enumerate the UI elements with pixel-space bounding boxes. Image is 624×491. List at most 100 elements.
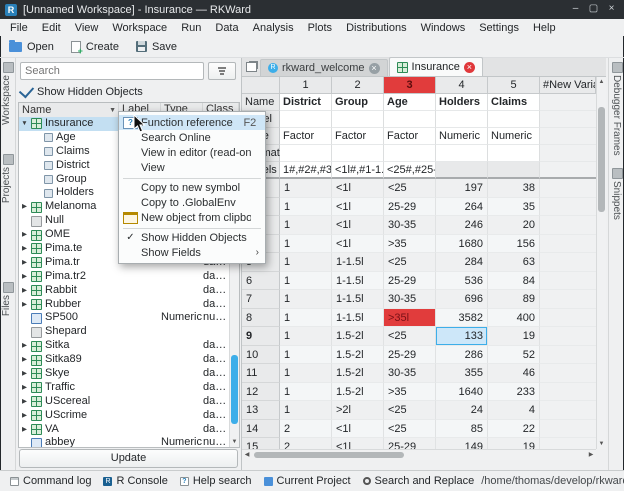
metadata-row-header[interactable]: Name — [242, 94, 280, 111]
scroll-up-icon[interactable]: ▲ — [597, 77, 606, 87]
cell[interactable]: 4 — [488, 401, 540, 420]
row-number[interactable]: 13 — [242, 401, 280, 420]
cell[interactable]: <25 — [384, 327, 436, 346]
context-menu-item[interactable]: Copy to new symbol — [119, 180, 265, 195]
expander-icon[interactable]: ▶ — [19, 367, 30, 381]
cell[interactable]: 536 — [436, 272, 488, 291]
cell[interactable]: 696 — [436, 290, 488, 309]
metadata-cell[interactable]: Factor — [280, 128, 332, 145]
scroll-left-icon[interactable]: ◀ — [242, 450, 252, 460]
search-replace-button[interactable]: Search and Replace — [358, 474, 480, 488]
expander-icon[interactable]: ▶ — [19, 256, 30, 270]
cell[interactable]: 1 — [280, 179, 332, 198]
expander-icon[interactable]: ▶ — [19, 270, 30, 284]
row-number[interactable]: 11 — [242, 364, 280, 383]
cell[interactable]: 1-1.5l — [332, 290, 384, 309]
context-menu-item[interactable]: Show Fields › — [119, 245, 265, 260]
row-number[interactable]: 10 — [242, 346, 280, 365]
maximize-icon[interactable]: ▢ — [586, 2, 601, 17]
cell[interactable]: 355 — [436, 364, 488, 383]
cell[interactable]: 89 — [488, 290, 540, 309]
metadata-cell[interactable] — [436, 111, 488, 128]
row-number[interactable]: 9 — [242, 327, 280, 346]
open-button[interactable]: Open — [4, 39, 62, 55]
titlebar[interactable]: [Unnamed Workspace] - Insurance — RKWard… — [0, 0, 624, 19]
metadata-cell[interactable]: Factor — [384, 128, 436, 145]
cell[interactable]: 22 — [488, 420, 540, 439]
menubar-item[interactable]: View — [68, 21, 106, 35]
object-row[interactable]: ▶ VA data.frame — [19, 423, 229, 437]
new-variable-cell[interactable] — [540, 162, 596, 179]
new-variable-cell[interactable] — [540, 198, 596, 217]
metadata-cell[interactable]: <25#,#25-29#,... — [384, 162, 436, 179]
expander-icon[interactable]: ▶ — [19, 339, 30, 353]
cell[interactable]: <25 — [384, 253, 436, 272]
metadata-cell[interactable]: <1l#,#1-1.5l#,... — [332, 162, 384, 179]
cell[interactable]: 3582 — [436, 309, 488, 328]
expander-icon[interactable]: ▶ — [19, 298, 30, 312]
cell[interactable]: 1640 — [436, 383, 488, 402]
cell[interactable]: 1 — [280, 235, 332, 254]
search-input[interactable] — [20, 62, 204, 80]
scrollbar-thumb[interactable] — [254, 452, 404, 458]
cell[interactable]: 1 — [280, 364, 332, 383]
expander-icon[interactable]: ▶ — [19, 242, 30, 256]
object-row[interactable]: SP500 Numeric numeric — [19, 311, 229, 325]
cell[interactable]: 52 — [488, 346, 540, 365]
cell[interactable]: 1 — [280, 198, 332, 217]
cell[interactable]: 25-29 — [384, 272, 436, 291]
edit or-tab[interactable]: rkward_welcome — [260, 59, 388, 76]
cell[interactable]: 400 — [488, 309, 540, 328]
metadata-cell[interactable]: Holders — [436, 94, 488, 111]
cell[interactable]: 25-29 — [384, 346, 436, 365]
new-variable-cell[interactable] — [540, 94, 596, 111]
expander-icon[interactable]: ▶ — [19, 395, 30, 409]
object-row[interactable]: ▶ Sitka data.frame — [19, 339, 229, 353]
r-console-button[interactable]: R Console — [98, 474, 172, 488]
new-variable-cell[interactable] — [540, 145, 596, 162]
sidebar-tab-files[interactable]: Files — [1, 295, 12, 316]
cell[interactable]: 1680 — [436, 235, 488, 254]
cell[interactable]: 1 — [280, 401, 332, 420]
help-search-button[interactable]: Help search — [175, 474, 257, 488]
menubar-item[interactable]: Help — [526, 21, 563, 35]
cell[interactable]: >2l — [332, 401, 384, 420]
command-log-button[interactable]: Command log — [5, 474, 96, 488]
close-icon[interactable]: × — [604, 2, 619, 17]
cell[interactable]: 284 — [436, 253, 488, 272]
menubar-item[interactable]: Plots — [301, 21, 339, 35]
metadata-cell[interactable]: Claims — [488, 94, 540, 111]
tabbar-corner-button[interactable] — [242, 58, 260, 76]
expander-icon[interactable]: ▶ — [19, 284, 30, 298]
object-row[interactable]: ▶ Skye data.frame — [19, 367, 229, 381]
metadata-cell[interactable] — [488, 162, 540, 179]
new-variable-cell[interactable] — [540, 111, 596, 128]
cell[interactable]: 20 — [488, 216, 540, 235]
cell[interactable]: 63 — [488, 253, 540, 272]
scroll-down-icon[interactable]: ▼ — [230, 437, 239, 447]
metadata-cell[interactable] — [436, 145, 488, 162]
cell[interactable]: <25 — [384, 401, 436, 420]
cell[interactable]: 286 — [436, 346, 488, 365]
cell[interactable]: 1.5-2l — [332, 383, 384, 402]
cell[interactable]: 85 — [436, 420, 488, 439]
cell[interactable]: <25 — [384, 420, 436, 439]
row-number[interactable]: 6 — [242, 272, 280, 291]
cell[interactable]: 197 — [436, 179, 488, 198]
menubar-item[interactable]: Data — [208, 21, 245, 35]
tab-close-icon[interactable] — [464, 62, 475, 73]
menubar-item[interactable]: Settings — [472, 21, 526, 35]
new-variable-cell[interactable] — [540, 346, 596, 365]
new-variable-cell[interactable] — [540, 272, 596, 291]
new-variable-cell[interactable] — [540, 216, 596, 235]
cell[interactable]: <1l — [332, 235, 384, 254]
metadata-cell[interactable] — [332, 145, 384, 162]
cell[interactable]: <1l — [332, 198, 384, 217]
cell[interactable]: >35 — [384, 235, 436, 254]
scrollbar-thumb[interactable] — [231, 355, 238, 424]
metadata-cell[interactable]: Factor — [332, 128, 384, 145]
scroll-down-icon[interactable]: ▼ — [597, 439, 606, 449]
update-button[interactable]: Update — [19, 449, 238, 468]
cell[interactable]: 1 — [280, 346, 332, 365]
cell[interactable]: <1l — [332, 438, 384, 449]
